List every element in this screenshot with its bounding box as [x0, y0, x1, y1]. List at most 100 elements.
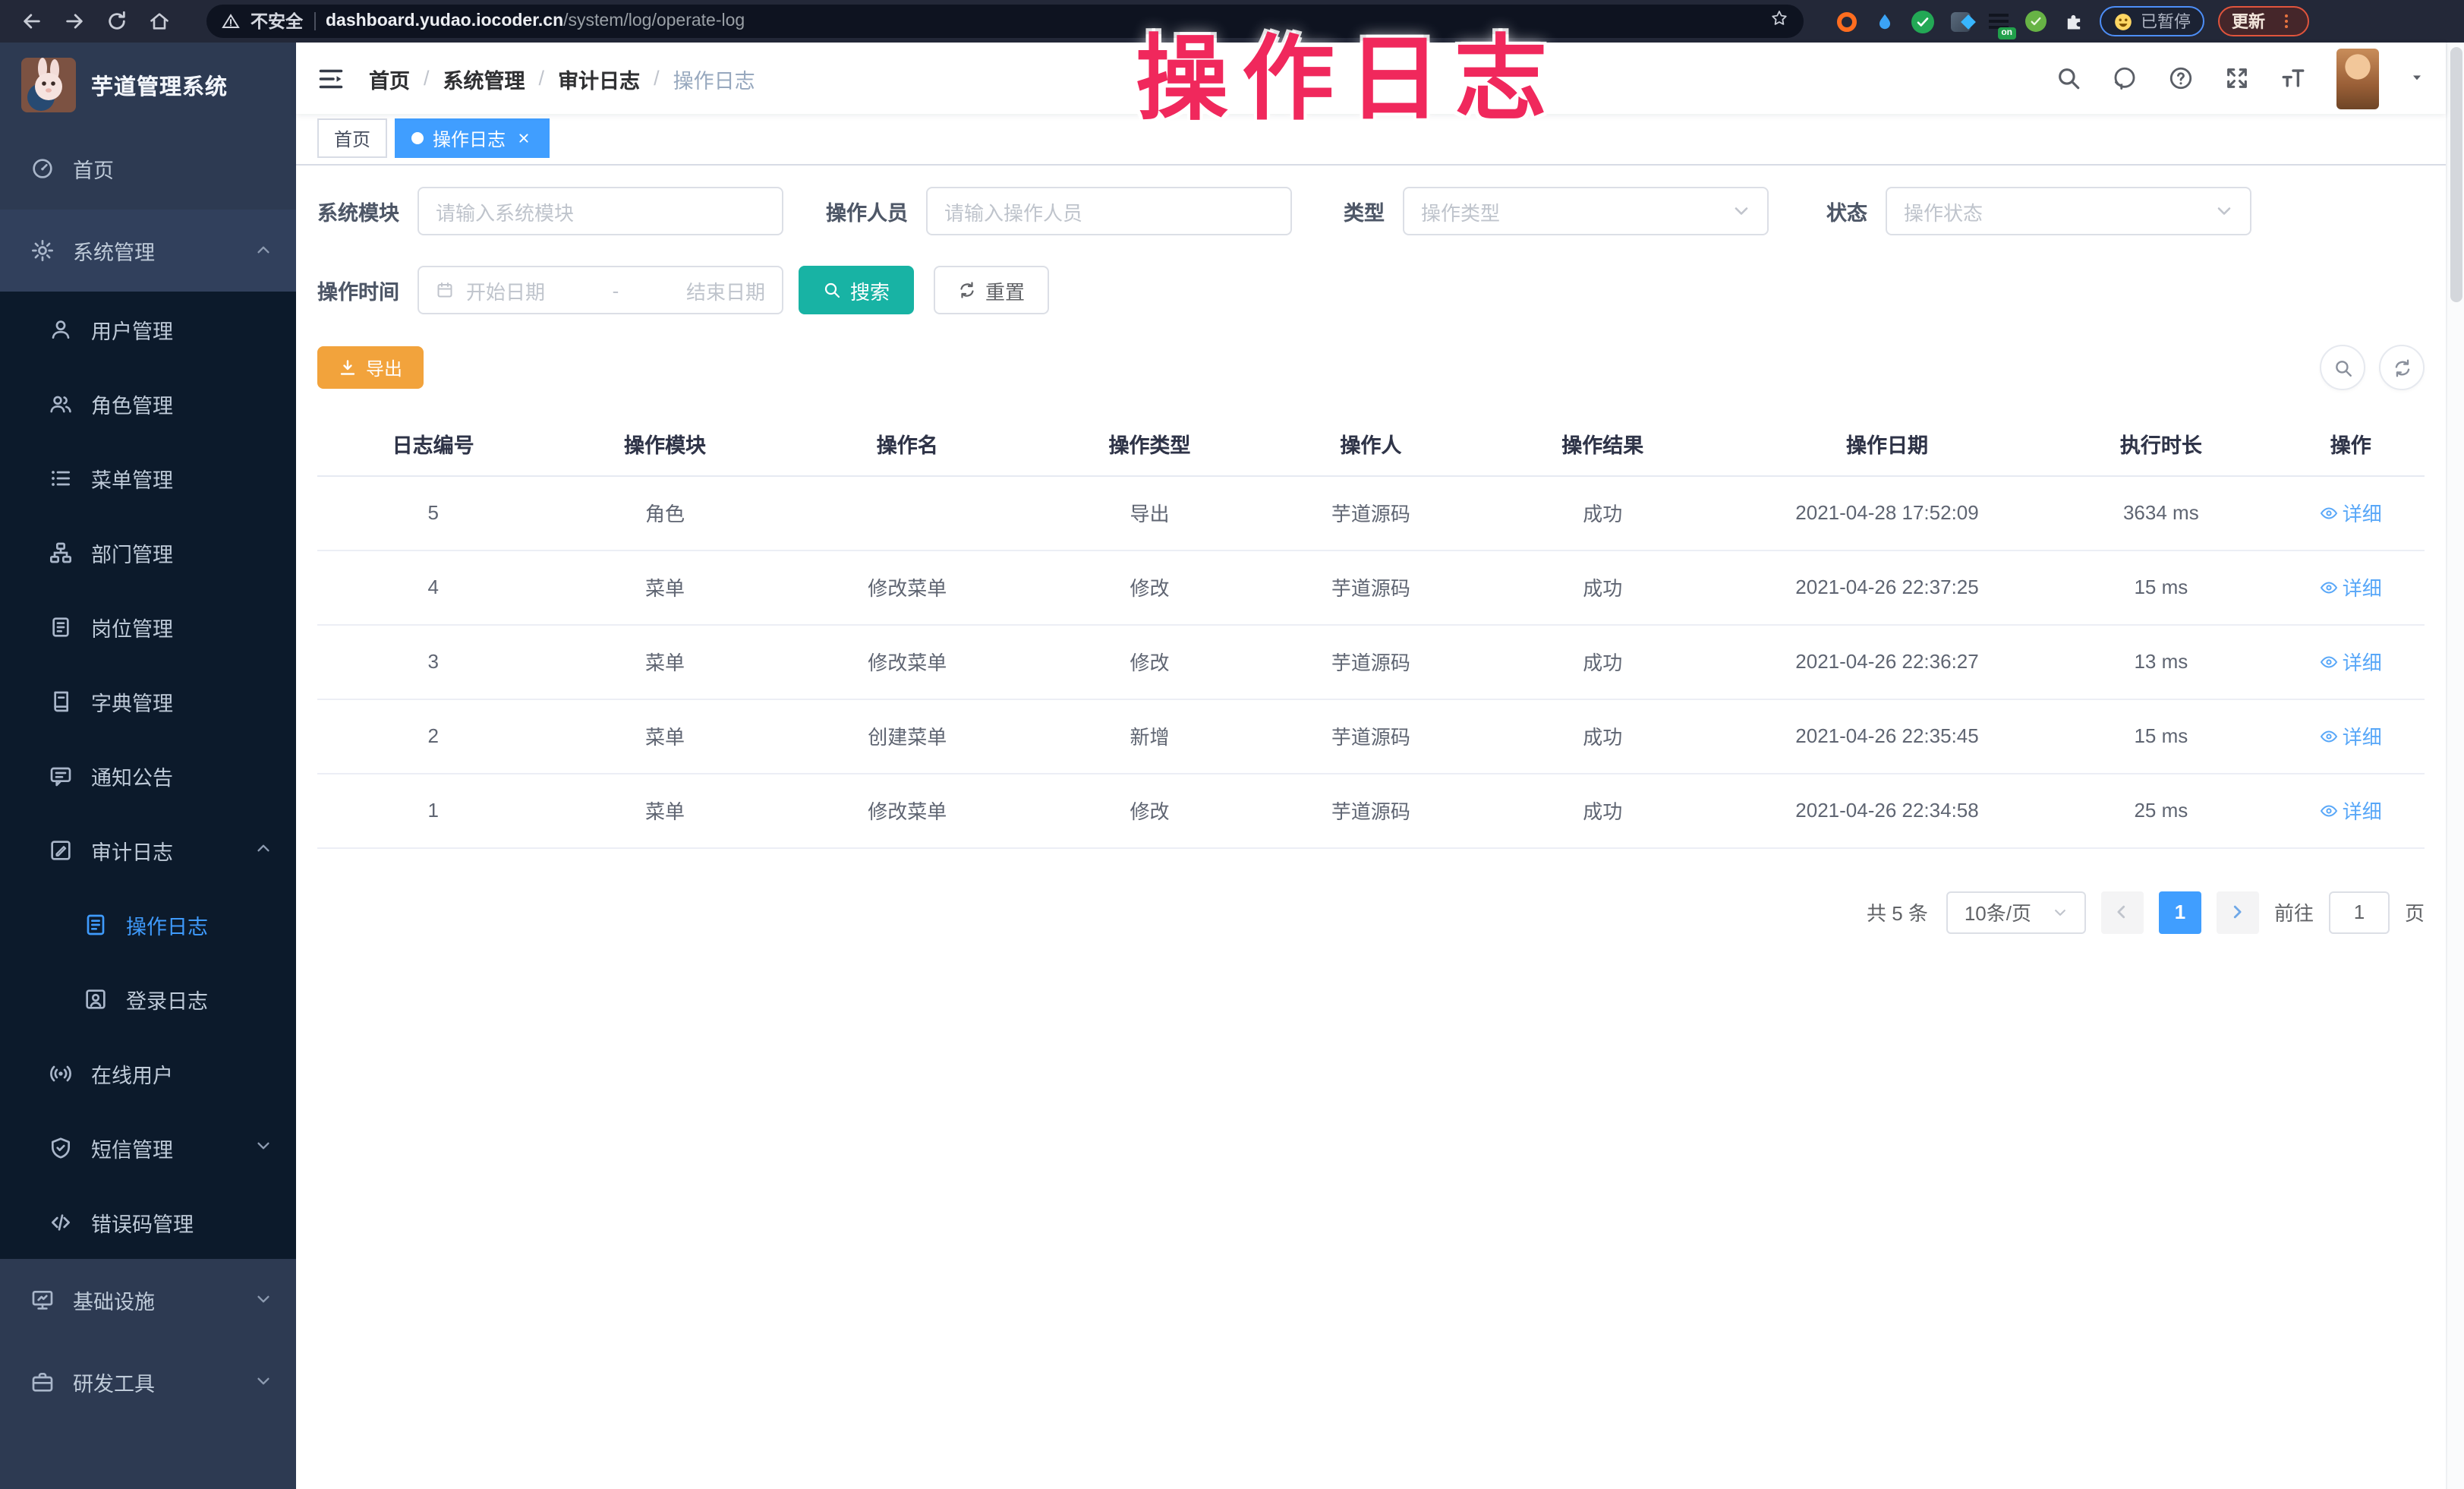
page-size-select[interactable]: 10条/页 — [1946, 891, 2086, 933]
table-header-cell: 操作类型 — [1034, 412, 1265, 475]
ext-gem-icon[interactable] — [1948, 9, 1972, 33]
browser-reload-button[interactable] — [100, 5, 134, 38]
github-icon[interactable] — [2112, 65, 2138, 91]
sidebar-item-dev-tools[interactable]: 研发工具 — [0, 1341, 296, 1423]
sidebar-item-home[interactable]: 首页 — [0, 128, 296, 210]
ext-on-badge-icon[interactable]: on — [1986, 9, 2010, 33]
tab-active-操作日志[interactable]: 操作日志 — [395, 118, 550, 158]
tab-首页[interactable]: 首页 — [317, 118, 387, 158]
caret-down-icon[interactable] — [2409, 65, 2425, 92]
goto-page-input[interactable]: 1 — [2329, 891, 2390, 933]
menu-list-icon — [49, 465, 73, 490]
help-icon[interactable] — [2168, 65, 2194, 91]
end-date-placeholder: 结束日期 — [686, 276, 765, 304]
sidebar-item-error-code[interactable]: 错误码管理 — [0, 1185, 296, 1259]
sidebar-item-dept-management[interactable]: 部门管理 — [0, 515, 296, 589]
chevron-down-icon — [255, 1289, 272, 1311]
ext-orange-ring-icon[interactable] — [1834, 9, 1858, 33]
users-icon — [49, 391, 73, 415]
breadcrumb-item[interactable]: 首页 — [369, 63, 410, 93]
calendar-icon — [436, 281, 454, 299]
search-icon[interactable] — [2056, 65, 2081, 91]
bookmark-star-icon[interactable] — [1770, 8, 1788, 35]
search-icon — [823, 281, 841, 299]
font-size-icon[interactable] — [2280, 65, 2306, 91]
active-tab-dot — [411, 132, 424, 144]
breadcrumb-item[interactable]: 审计日志 — [558, 63, 640, 93]
page-number-button[interactable]: 1 — [2159, 891, 2201, 933]
ext-green-check-icon[interactable] — [1910, 9, 1934, 33]
module-input[interactable]: 请输入系统模块 — [417, 187, 783, 235]
start-date-placeholder: 开始日期 — [466, 276, 545, 304]
address-bar[interactable]: 不安全 dashboard.yudao.iocoder.cn/system/lo… — [206, 5, 1804, 38]
sidebar-item-user-management[interactable]: 用户管理 — [0, 292, 296, 366]
chevron-left-icon — [2114, 904, 2131, 920]
scrollbar-thumb[interactable] — [2450, 47, 2462, 302]
toggle-search-button[interactable] — [2320, 345, 2365, 390]
ext-green-leaf-icon[interactable] — [2024, 9, 2048, 33]
tags-view-bar: 首页 操作日志 — [296, 114, 2446, 166]
date-range-picker[interactable]: 开始日期 - 结束日期 — [417, 266, 783, 314]
sidebar-item-audit-log[interactable]: 审计日志 — [0, 812, 296, 887]
search-button[interactable]: 搜索 — [799, 266, 914, 314]
refresh-table-button[interactable] — [2379, 345, 2425, 390]
table-cell: 成功 — [1476, 550, 1729, 624]
sidebar-item-post-management[interactable]: 岗位管理 — [0, 589, 296, 664]
status-select[interactable]: 操作状态 — [1886, 187, 2251, 235]
sidebar-item-notice[interactable]: 通知公告 — [0, 738, 296, 812]
extensions-puzzle-icon[interactable] — [2062, 9, 2086, 33]
user-icon — [49, 317, 73, 341]
detail-link[interactable]: 详细 — [2320, 721, 2382, 750]
more-vertical-icon[interactable] — [2277, 12, 2295, 30]
filter-row-2: 操作时间 开始日期 - 结束日期 搜索 重置 — [317, 266, 2425, 314]
sidebar-item-infrastructure[interactable]: 基础设施 — [0, 1259, 296, 1341]
app-logo[interactable]: 芋道管理系统 — [0, 43, 296, 128]
sidebar-item-sms-management[interactable]: 短信管理 — [0, 1110, 296, 1185]
sidebar-item-login-log[interactable]: 登录日志 — [0, 961, 296, 1036]
browser-update-chip[interactable]: 更新 — [2218, 6, 2309, 36]
sidebar: 芋道管理系统 首页 系统管理 用户管理 角色管理 菜单管理 部门管理 岗位管理 … — [0, 43, 296, 1489]
paused-label: 已暂停 — [2141, 9, 2191, 33]
reset-button[interactable]: 重置 — [934, 266, 1049, 314]
prev-page-button[interactable] — [2101, 891, 2144, 933]
sidebar-collapse-button[interactable] — [317, 65, 345, 92]
chevron-up-icon — [255, 239, 272, 262]
table-cell: 3634 ms — [2045, 475, 2277, 550]
table-toolbar: 导出 — [317, 345, 2425, 390]
chevron-down-icon — [255, 1290, 272, 1307]
export-button[interactable]: 导出 — [317, 346, 424, 389]
table-cell: 13 ms — [2045, 624, 2277, 699]
table-header-cell: 操作 — [2277, 412, 2425, 475]
on-badge: on — [1997, 27, 2016, 39]
detail-link[interactable]: 详细 — [2320, 498, 2382, 527]
extension-paused-chip[interactable]: 已暂停 — [2100, 6, 2204, 36]
ext-blue-drop-icon[interactable] — [1872, 9, 1896, 33]
next-page-button[interactable] — [2217, 891, 2259, 933]
table-header-cell: 操作名 — [781, 412, 1034, 475]
breadcrumb-separator: / — [424, 67, 430, 90]
sidebar-item-online-users[interactable]: 在线用户 — [0, 1036, 296, 1110]
operator-input[interactable]: 请输入操作人员 — [926, 187, 1292, 235]
user-avatar[interactable] — [2336, 48, 2379, 109]
detail-link[interactable]: 详细 — [2320, 647, 2382, 676]
browser-home-button[interactable] — [143, 5, 176, 38]
monitor-icon — [30, 1288, 55, 1312]
fullscreen-icon[interactable] — [2224, 65, 2250, 91]
browser-forward-button[interactable] — [58, 5, 91, 38]
sidebar-item-dict-management[interactable]: 字典管理 — [0, 664, 296, 738]
sidebar-item-operate-log[interactable]: 操作日志 — [0, 887, 296, 961]
table-row: 5角色导出芋道源码成功2021-04-28 17:52:093634 ms详细 — [317, 475, 2425, 550]
badge-icon — [49, 614, 73, 639]
breadcrumb-item[interactable]: 系统管理 — [443, 63, 525, 93]
close-icon[interactable] — [515, 129, 533, 147]
sidebar-item-system-management[interactable]: 系统管理 — [0, 210, 296, 292]
detail-link[interactable]: 详细 — [2320, 573, 2382, 601]
page-scrollbar[interactable] — [2446, 43, 2464, 1489]
browser-back-button[interactable] — [15, 5, 49, 38]
table-cell: 修改 — [1034, 624, 1265, 699]
sidebar-item-role-management[interactable]: 角色管理 — [0, 366, 296, 440]
status-label: 状态 — [1826, 196, 1867, 226]
sidebar-item-menu-management[interactable]: 菜单管理 — [0, 440, 296, 515]
type-select[interactable]: 操作类型 — [1403, 187, 1769, 235]
detail-link[interactable]: 详细 — [2320, 796, 2382, 825]
